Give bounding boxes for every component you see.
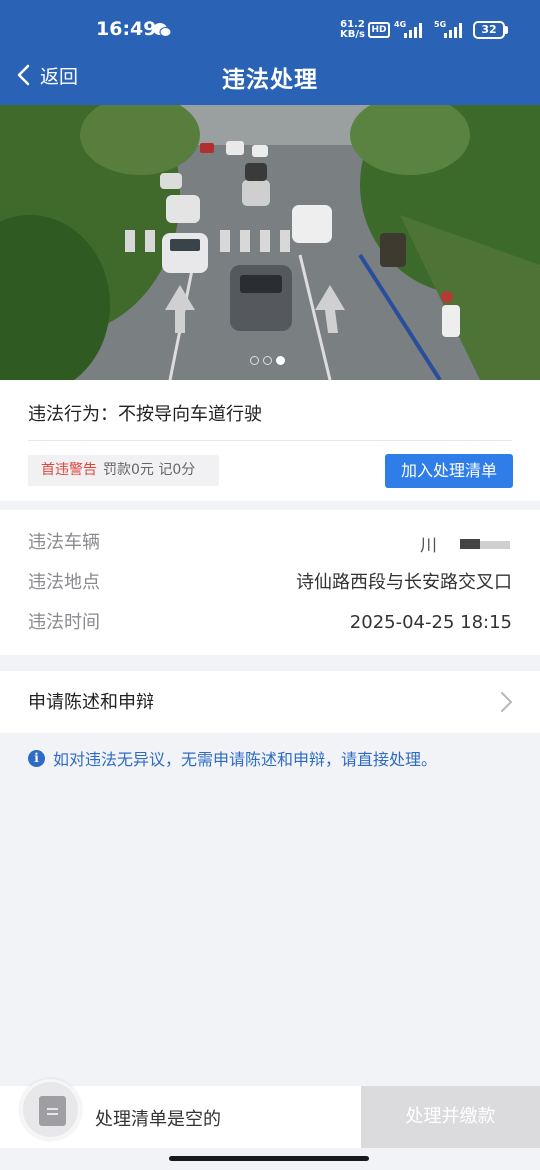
chevron-right-icon — [501, 692, 512, 712]
bottom-action-bar: 处理清单是空的 处理并缴款 — [0, 1079, 540, 1148]
battery-icon: 32 — [473, 21, 505, 39]
hd-voice-badge: HD — [368, 22, 390, 38]
violation-card: 违法行为：不按导向车道行驶 首违警告 罚款0元 记0分 加入处理清单 — [0, 380, 540, 501]
add-to-list-button[interactable]: 加入处理清单 — [385, 454, 513, 488]
details-card: 违法车辆 川 违法地点 诗仙路西段与长安路交叉口 违法时间 2025-04-25… — [0, 510, 540, 655]
app-header: 16:49 61.2 KB/s HD 4G 5G 32 返回 违法处理 — [0, 0, 540, 105]
first-warning-badge: 首违警告 — [41, 462, 97, 478]
location-row: 违法地点 诗仙路西段与长安路交叉口 — [28, 568, 512, 598]
carousel-dot-active[interactable] — [276, 356, 285, 365]
network-speed: 61.2 KB/s — [340, 19, 365, 40]
process-and-pay-button[interactable]: 处理并缴款 — [361, 1086, 540, 1148]
time-row: 违法时间 2025-04-25 18:15 — [28, 608, 512, 638]
vehicle-label: 违法车辆 — [28, 532, 100, 553]
vehicle-row: 违法车辆 川 — [28, 528, 512, 558]
penalty-detail: 罚款0元 记0分 — [103, 462, 196, 478]
sim1-signal-icon — [404, 22, 422, 38]
status-time: 16:49 — [96, 18, 157, 40]
info-notice-text: 如对违法无异议，无需申请陈述和申辩，请直接处理。 — [53, 750, 438, 769]
sim2-signal-icon — [444, 22, 462, 38]
carousel-indicator[interactable] — [250, 356, 285, 365]
appeal-label: 申请陈述和申辩 — [28, 692, 154, 713]
list-icon — [39, 1096, 66, 1126]
carousel-dot[interactable] — [250, 356, 259, 365]
appeal-row[interactable]: 申请陈述和申辩 — [0, 671, 540, 733]
wechat-icon — [153, 23, 172, 37]
violation-behavior: 违法行为：不按导向车道行驶 — [28, 400, 262, 426]
divider — [28, 440, 512, 441]
info-icon: i — [28, 749, 45, 767]
penalty-summary: 首违警告 罚款0元 记0分 — [28, 455, 219, 486]
location-value: 诗仙路西段与长安路交叉口 — [296, 572, 512, 593]
battery-tip — [505, 26, 508, 34]
info-notice: i 如对违法无异议，无需申请陈述和申辩，请直接处理。 — [28, 745, 437, 771]
violation-photo[interactable] — [0, 105, 540, 380]
process-list-button[interactable] — [20, 1079, 81, 1140]
violation-behavior-label: 违法行为： — [28, 404, 118, 425]
home-indicator[interactable] — [169, 1156, 369, 1161]
plate-prefix: 川 — [420, 536, 437, 554]
time-label: 违法时间 — [28, 612, 100, 633]
masked-plate-number: 川 — [420, 536, 512, 554]
status-bar: 16:49 61.2 KB/s HD 4G 5G 32 — [0, 0, 540, 55]
page-title: 违法处理 — [222, 67, 318, 93]
carousel-dot[interactable] — [263, 356, 272, 365]
time-value: 2025-04-25 18:15 — [349, 612, 512, 633]
violation-behavior-value: 不按导向车道行驶 — [118, 404, 262, 425]
list-empty-text: 处理清单是空的 — [95, 1109, 221, 1130]
traffic-camera-image — [0, 105, 540, 380]
location-label: 违法地点 — [28, 572, 100, 593]
